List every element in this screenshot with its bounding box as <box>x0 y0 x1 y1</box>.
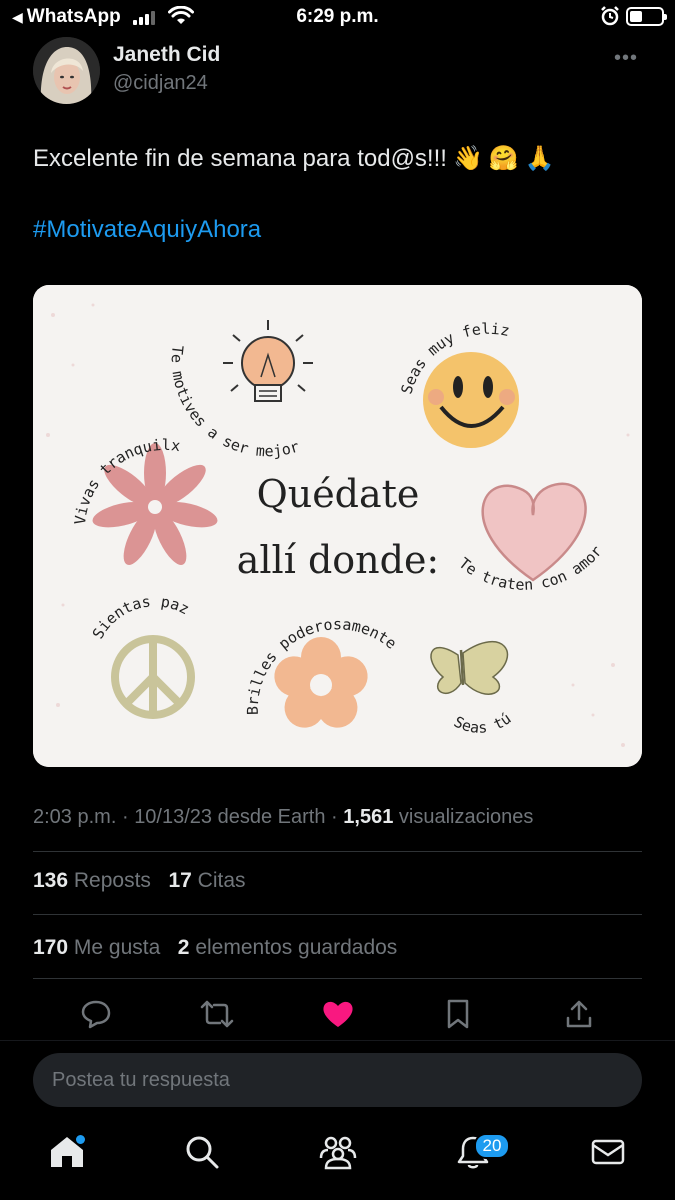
status-bar: ◀ WhatsApp 6:29 p.m. <box>0 0 675 34</box>
home-unread-dot <box>76 1135 85 1144</box>
views-label: visualizaciones <box>398 806 534 828</box>
reposts-count: 136 <box>33 869 69 892</box>
communities-icon <box>319 1136 357 1170</box>
quotes-count: 17 <box>168 869 192 892</box>
meta-separator: · <box>331 806 338 828</box>
action-bar <box>0 994 675 1034</box>
post-date: 10/13/23 <box>134 806 213 828</box>
post-source: desde Earth <box>217 806 326 828</box>
bookmarks-stat[interactable]: 2 elementos guardados <box>178 936 398 959</box>
image-title-line2: allí donde: <box>237 538 440 582</box>
hugging-face-emoji: 🤗 <box>488 145 519 172</box>
divider <box>33 914 642 915</box>
more-options-icon[interactable]: ••• <box>614 47 638 70</box>
repost-stats: 136 Reposts 17 Citas <box>33 869 246 893</box>
notifications-badge: 20 <box>474 1133 510 1159</box>
tweet-text: Excelente fin de semana para tod@s!!! 👋 … <box>33 144 555 173</box>
bookmarks-count: 2 <box>177 936 190 959</box>
clock: 6:29 p.m. <box>296 6 379 27</box>
author-name[interactable]: Janeth Cid <box>113 43 220 67</box>
hashtag-link[interactable]: #MotivateAquiyAhora <box>33 216 261 244</box>
quotes-stat[interactable]: 17 Citas <box>168 869 245 892</box>
reply-icon[interactable] <box>76 994 116 1034</box>
tab-messages[interactable] <box>586 1130 630 1174</box>
bookmarks-label: elementos guardados <box>195 936 398 959</box>
author-handle[interactable]: @cidjan24 <box>113 72 208 95</box>
divider <box>33 851 642 852</box>
folded-hands-emoji: 🙏 <box>524 145 555 172</box>
tweet-image[interactable]: Te motives a ser mejor Seas muy feliz Vi… <box>33 285 642 767</box>
image-title-line1: Quédate <box>257 472 420 516</box>
battery-icon <box>626 7 667 26</box>
likes-count: 170 <box>33 936 69 959</box>
like-stats: 170 Me gusta 2 elementos guardados <box>33 936 397 960</box>
smiley-icon <box>423 352 519 448</box>
tweet-meta: 2:03 p.m. · 10/13/23 desde Earth · 1,561… <box>33 806 533 829</box>
mail-icon <box>591 1139 625 1165</box>
tab-communities[interactable] <box>316 1130 360 1174</box>
bottom-tab-bar <box>0 1130 675 1190</box>
waving-hand-emoji: 👋 <box>452 145 483 172</box>
quotes-label: Citas <box>197 869 246 892</box>
reply-input[interactable]: Postea tu respuesta <box>33 1053 642 1107</box>
tab-search[interactable] <box>180 1130 224 1174</box>
butterfly-icon <box>430 641 509 695</box>
divider <box>33 978 642 979</box>
search-icon <box>186 1136 219 1169</box>
alarm-icon <box>601 6 619 26</box>
share-icon[interactable] <box>559 994 599 1034</box>
reposts-stat[interactable]: 136 Reposts <box>33 869 151 892</box>
views-count: 1,561 <box>343 806 394 828</box>
heart-icon[interactable] <box>318 994 358 1034</box>
reply-placeholder: Postea tu respuesta <box>52 1068 230 1091</box>
author-avatar[interactable] <box>33 37 100 104</box>
repost-icon[interactable] <box>197 994 237 1034</box>
bookmark-icon[interactable] <box>438 994 478 1034</box>
divider <box>0 1040 675 1041</box>
tweet-body: Excelente fin de semana para tod@s!!! <box>33 144 447 172</box>
reposts-label: Reposts <box>73 869 151 892</box>
likes-label: Me gusta <box>73 936 161 959</box>
likes-stat[interactable]: 170 Me gusta <box>33 936 160 959</box>
meta-separator: · <box>121 806 129 828</box>
post-time: 2:03 p.m. <box>33 806 117 828</box>
